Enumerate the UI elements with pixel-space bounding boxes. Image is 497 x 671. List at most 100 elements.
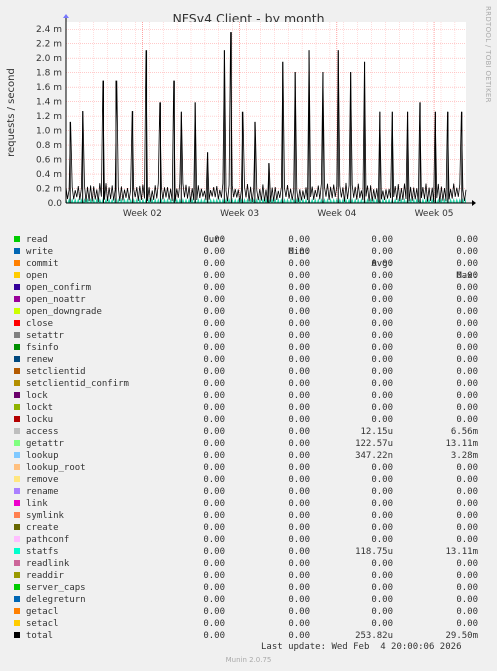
y-tick-label: 1.6 m xyxy=(36,83,62,93)
legend-avg: 347.22n xyxy=(355,451,393,461)
legend-swatch xyxy=(14,416,20,422)
legend-min: 0.00 xyxy=(288,439,310,449)
legend-cur: 0.00 xyxy=(203,271,225,281)
legend-label: statfs xyxy=(26,547,59,557)
last-update: Last update: Wed Feb 4 20:00:06 2026 xyxy=(261,642,462,652)
x-tick-label: Week 03 xyxy=(220,209,259,219)
legend-swatch xyxy=(14,584,20,590)
legend-swatch xyxy=(14,548,20,554)
legend-label: setacl xyxy=(26,619,59,629)
legend-label: create xyxy=(26,523,59,533)
y-axis-label: requests / second xyxy=(6,68,17,157)
legend-min: 0.00 xyxy=(288,475,310,485)
legend-swatch xyxy=(14,452,20,458)
legend-label: readdir xyxy=(26,571,64,581)
legend-cur: 0.00 xyxy=(203,607,225,617)
legend-cur: 0.00 xyxy=(203,259,225,269)
legend-avg: 0.00 xyxy=(371,319,393,329)
munin-version: Munin 2.0.75 xyxy=(225,656,272,664)
legend-avg: 0.00 xyxy=(371,499,393,509)
legend-cur: 0.00 xyxy=(203,403,225,413)
legend-label: read xyxy=(26,235,48,245)
legend-label: fsinfo xyxy=(26,343,59,353)
legend-row-lock: lock 0.00 0.00 0.00 0.00 xyxy=(0,390,497,402)
legend-swatch xyxy=(14,488,20,494)
legend-min: 0.00 xyxy=(288,415,310,425)
legend-avg: 0.00 xyxy=(371,523,393,533)
legend-max: 0.00 xyxy=(456,283,478,293)
legend-label: open_downgrade xyxy=(26,307,102,317)
legend-avg: 0.00 xyxy=(371,463,393,473)
legend-cur: 0.00 xyxy=(203,487,225,497)
legend-cur: 0.00 xyxy=(203,571,225,581)
legend-avg: 0.00 xyxy=(371,511,393,521)
legend-row-write: write 0.00 0.00 0.00 0.00 xyxy=(0,246,497,258)
legend-swatch xyxy=(14,632,20,638)
legend-label: access xyxy=(26,427,59,437)
legend-avg: 0.00 xyxy=(371,595,393,605)
legend-swatch xyxy=(14,404,20,410)
legend-max: 3.28m xyxy=(450,451,478,461)
legend-label: locku xyxy=(26,415,54,425)
x-tick-label: Week 02 xyxy=(123,209,162,219)
legend-max: 0.00 xyxy=(456,415,478,425)
legend-max: 0.00 xyxy=(456,595,478,605)
legend-max: 0.00 xyxy=(456,235,478,245)
legend-row-fsinfo: fsinfo 0.00 0.00 0.00 0.00 xyxy=(0,342,497,354)
legend-swatch xyxy=(14,512,20,518)
legend-label: getattr xyxy=(26,439,64,449)
legend-label: total xyxy=(26,631,54,641)
legend-row-setclientid: setclientid 0.00 0.00 0.00 0.00 xyxy=(0,366,497,378)
legend-swatch xyxy=(14,332,20,338)
legend-avg: 0.00 xyxy=(371,619,393,629)
legend-min: 0.00 xyxy=(288,343,310,353)
legend-swatch xyxy=(14,428,20,434)
legend-row-server-caps: server_caps 0.00 0.00 0.00 0.00 xyxy=(0,582,497,594)
legend-min: 0.00 xyxy=(288,331,310,341)
legend-avg: 0.00 xyxy=(371,271,393,281)
legend-swatch xyxy=(14,392,20,398)
legend-label: readlink xyxy=(26,559,70,569)
legend-label: lock xyxy=(26,391,48,401)
legend-label: setattr xyxy=(26,331,64,341)
y-tick-label: 0.6 m xyxy=(36,156,62,166)
legend-cur: 0.00 xyxy=(203,451,225,461)
legend-swatch xyxy=(14,620,20,626)
legend-label: server_caps xyxy=(26,583,86,593)
legend-row-access: access 0.00 0.00 12.15u 6.56m xyxy=(0,426,497,438)
legend-avg: 0.00 xyxy=(371,415,393,425)
legend-cur: 0.00 xyxy=(203,499,225,509)
legend-avg: 0.00 xyxy=(371,571,393,581)
y-tick-label: 2.4 m xyxy=(36,25,62,35)
legend-min: 0.00 xyxy=(288,295,310,305)
legend-cur: 0.00 xyxy=(203,619,225,629)
legend-min: 0.00 xyxy=(288,307,310,317)
legend-cur: 0.00 xyxy=(203,475,225,485)
legend-cur: 0.00 xyxy=(203,295,225,305)
legend-row-getacl: getacl 0.00 0.00 0.00 0.00 xyxy=(0,606,497,618)
legend-swatch xyxy=(14,500,20,506)
y-tick-label: 1.2 m xyxy=(36,112,62,122)
legend-label: renew xyxy=(26,355,54,365)
legend-swatch xyxy=(14,344,20,350)
y-tick-label: 2.2 m xyxy=(36,40,62,50)
legend-swatch xyxy=(14,236,20,242)
legend-min: 0.00 xyxy=(288,247,310,257)
legend-max: 0.00 xyxy=(456,331,478,341)
legend-swatch xyxy=(14,560,20,566)
legend-avg: 122.57u xyxy=(355,439,393,449)
legend-min: 0.00 xyxy=(288,451,310,461)
legend-avg: 0.00 xyxy=(371,559,393,569)
legend-max: 0.00 xyxy=(456,319,478,329)
legend-row-getattr: getattr 0.00 0.00 122.57u 13.11m xyxy=(0,438,497,450)
legend-avg: 0.00 xyxy=(371,307,393,317)
x-axis-arrow xyxy=(472,200,476,206)
y-tick-label: 1.4 m xyxy=(36,98,62,108)
legend-cur: 0.00 xyxy=(203,379,225,389)
legend-avg: 0.00 xyxy=(371,355,393,365)
legend-label: open_confirm xyxy=(26,283,92,293)
legend-row-commit: commit 0.00 0.00 0.00 0.00 xyxy=(0,258,497,270)
legend-label: lockt xyxy=(26,403,54,413)
legend-cur: 0.00 xyxy=(203,307,225,317)
legend-max: 0.00 xyxy=(456,247,478,257)
